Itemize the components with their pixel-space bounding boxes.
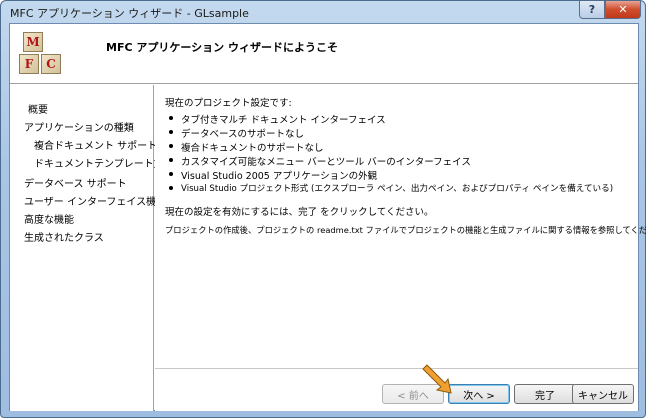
settings-summary: 現在のプロジェクト設定です: タブ付きマルチ ドキュメント インターフェイス デ… [155,85,646,369]
summary-bullet: タブ付きマルチ ドキュメント インターフェイス [169,112,386,126]
bullet-text: データベースのサポートなし [181,129,305,140]
bullet-text: 複合ドキュメントのサポートなし [181,143,324,154]
bullet-text: Visual Studio プロジェクト形式 (エクスプローラ ペイン、出力ペイ… [181,184,614,194]
wizard-client: M F C MFC アプリケーション ウィザードにようこそ 概要 アプリケーショ… [9,23,646,411]
sidebar-item-generated-classes[interactable]: 生成されたクラス [24,229,104,244]
bullet-dot-icon [169,186,173,190]
sidebar-item-advanced-features[interactable]: 高度な機能 [24,211,74,226]
summary-bullet: Visual Studio プロジェクト形式 (エクスプローラ ペイン、出力ペイ… [169,182,614,194]
wizard-sidebar: 概要 アプリケーションの種類 複合ドキュメント サポート ドキュメントテンプレー… [10,85,184,411]
bullet-dot-icon [169,116,173,120]
pointer-arrow-icon [422,364,452,394]
summary-bullet: データベースのサポートなし [169,126,305,140]
bullet-dot-icon [169,130,173,134]
summary-bullet: カスタマイズ可能なメニュー バーとツール バーのインターフェイス [169,154,471,168]
bullet-dot-icon [169,158,173,162]
sidebar-item-overview[interactable]: 概要 [28,101,48,116]
bullet-text: Visual Studio 2005 アプリケーションの外観 [181,171,378,182]
wizard-footer: < 前へ 次へ > 完了 キャンセル [155,370,638,411]
bullet-text: カスタマイズ可能なメニュー バーとツール バーのインターフェイス [181,157,471,168]
summary-bullet: Visual Studio 2005 アプリケーションの外観 [169,168,378,182]
logo-letter-m: M [23,32,43,52]
sidebar-item-ui-features[interactable]: ユーザー インターフェイス機能 [24,193,166,208]
summary-intro: 現在のプロジェクト設定です: [165,98,292,109]
summary-bullet: 複合ドキュメントのサポートなし [169,140,324,154]
wizard-header: M F C MFC アプリケーション ウィザードにようこそ [10,24,638,84]
title-bar[interactable]: MFC アプリケーション ウィザード - GLsample ? ✕ [1,1,645,23]
bullet-dot-icon [169,144,173,148]
sidebar-item-application-type[interactable]: アプリケーションの種類 [24,119,134,134]
sidebar-item-database-support[interactable]: データベース サポート [24,175,127,190]
sidebar-item-compound-document[interactable]: 複合ドキュメント サポート [34,137,157,152]
logo-letter-f: F [19,54,39,74]
window-title: MFC アプリケーション ウィザード - GLsample [10,7,249,20]
mfc-logo-icon: M F C [19,30,67,78]
finish-instruction: 現在の設定を有効にするには、完了 をクリックしてください。 [165,207,434,218]
page-title: MFC アプリケーション ウィザードにようこそ [106,41,338,54]
finish-button[interactable]: 完了 [514,384,576,404]
wizard-window: MFC アプリケーション ウィザード - GLsample ? ✕ M F C … [0,0,646,418]
bullet-dot-icon [169,172,173,176]
readme-note: プロジェクトの作成後、プロジェクトの readme.txt ファイルでプロジェク… [165,225,646,235]
close-button[interactable]: ✕ [605,1,641,19]
logo-letter-c: C [41,54,61,74]
bullet-text: タブ付きマルチ ドキュメント インターフェイス [181,115,386,126]
cancel-button[interactable]: キャンセル [572,384,634,404]
help-button[interactable]: ? [579,1,605,19]
